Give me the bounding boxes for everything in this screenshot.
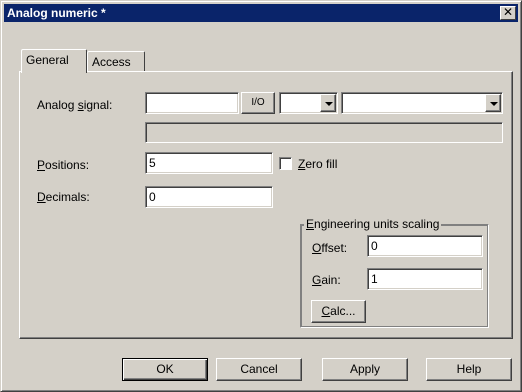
- tab-access-label: Access: [92, 55, 131, 69]
- io-button[interactable]: I/O: [241, 92, 275, 114]
- analog-signal-label: Analog signal:: [37, 98, 113, 112]
- tab-access[interactable]: Access: [87, 51, 145, 73]
- gain-label: Gain:: [312, 273, 341, 287]
- zero-fill-label[interactable]: Zero fill: [298, 157, 337, 171]
- signal-type-dropdown-button[interactable]: [320, 94, 336, 112]
- calc-button[interactable]: Calc...: [311, 300, 366, 323]
- decimals-label: Decimals:: [37, 190, 90, 204]
- signal-tag-dropdown[interactable]: [341, 92, 503, 114]
- cancel-button[interactable]: Cancel: [216, 358, 302, 381]
- gain-input[interactable]: 1: [367, 268, 483, 290]
- ok-button[interactable]: OK: [122, 358, 208, 381]
- signal-tag-dropdown-button[interactable]: [485, 94, 501, 112]
- window-title: Analog numeric *: [7, 6, 106, 20]
- offset-label: Offset:: [312, 241, 348, 255]
- chevron-down-icon: [490, 102, 498, 106]
- engineering-units-scaling-legend: Engineering units scaling: [304, 217, 442, 231]
- general-tab-panel: Analog signal: I/O Positions: 5 Zero fil…: [19, 71, 513, 339]
- title-bar[interactable]: Analog numeric * ✕: [4, 4, 518, 22]
- close-button[interactable]: ✕: [500, 6, 516, 20]
- chevron-down-icon: [325, 102, 333, 106]
- tab-general[interactable]: General: [21, 49, 87, 73]
- zero-fill-checkbox[interactable]: [279, 157, 292, 170]
- positions-input[interactable]: 5: [145, 152, 273, 174]
- signal-description-field: [145, 122, 503, 143]
- help-button[interactable]: Help: [426, 358, 512, 381]
- tab-general-label: General: [26, 53, 69, 67]
- analog-numeric-dialog: Analog numeric * ✕ General Access Analog…: [0, 0, 522, 392]
- signal-type-dropdown[interactable]: [279, 92, 338, 114]
- decimals-input[interactable]: 0: [145, 186, 273, 208]
- positions-label: Positions:: [37, 158, 90, 172]
- apply-button[interactable]: Apply: [322, 358, 408, 381]
- offset-input[interactable]: 0: [367, 235, 483, 257]
- analog-signal-input[interactable]: [145, 92, 239, 114]
- close-icon: ✕: [502, 5, 514, 19]
